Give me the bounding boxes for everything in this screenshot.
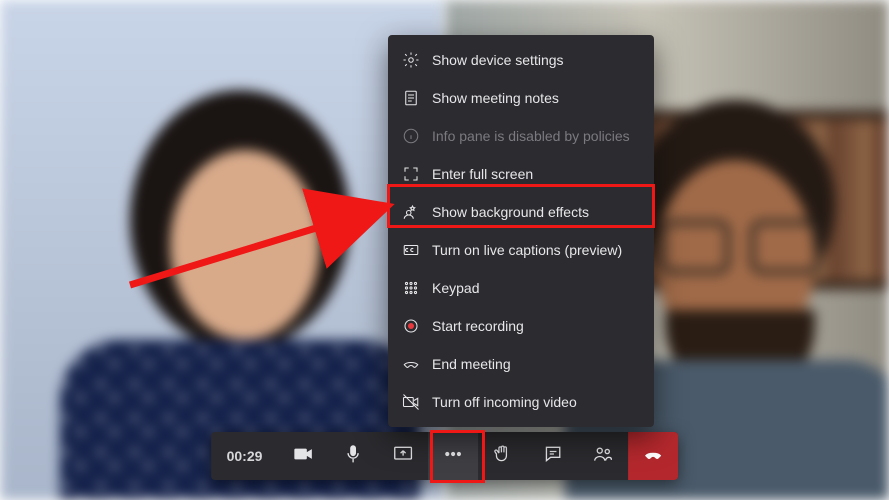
hangup-icon	[643, 444, 663, 469]
gear-icon	[402, 51, 420, 69]
menu-item-label: Show meeting notes	[432, 90, 559, 106]
people-button[interactable]	[578, 432, 628, 480]
menu-item-end-meeting[interactable]: End meeting	[388, 345, 654, 383]
mic-icon	[343, 444, 363, 469]
menu-item-label: Show background effects	[432, 204, 589, 220]
chat-button[interactable]	[528, 432, 578, 480]
call-duration: 00:29	[211, 432, 279, 480]
camera-icon	[293, 444, 313, 469]
camera-button[interactable]	[278, 432, 328, 480]
menu-item-keypad[interactable]: Keypad	[388, 269, 654, 307]
menu-item-label: Keypad	[432, 280, 479, 296]
video-off-icon	[402, 393, 420, 411]
notes-icon	[402, 89, 420, 107]
menu-item-live-captions[interactable]: Turn on live captions (preview)	[388, 231, 654, 269]
menu-item-turn-off-incoming-video[interactable]: Turn off incoming video	[388, 383, 654, 421]
background-effects-icon	[402, 203, 420, 221]
menu-item-background-effects[interactable]: Show background effects	[388, 193, 654, 231]
menu-item-meeting-notes[interactable]: Show meeting notes	[388, 79, 654, 117]
more-actions-menu: Show device settings Show meeting notes …	[388, 35, 654, 427]
more-actions-button[interactable]	[428, 432, 478, 480]
menu-item-label: Turn off incoming video	[432, 394, 577, 410]
menu-item-info-pane-disabled: Info pane is disabled by policies	[388, 117, 654, 155]
people-icon	[593, 444, 613, 469]
meeting-toolbar: 00:29	[211, 432, 679, 480]
raise-hand-icon	[493, 444, 513, 469]
mic-button[interactable]	[328, 432, 378, 480]
menu-item-label: Enter full screen	[432, 166, 533, 182]
hangup-button[interactable]	[628, 432, 678, 480]
end-call-icon	[402, 355, 420, 373]
participant-tile-1	[0, 0, 445, 500]
ellipsis-icon	[443, 444, 463, 469]
info-icon	[402, 127, 420, 145]
menu-item-label: Show device settings	[432, 52, 564, 68]
menu-item-label: Info pane is disabled by policies	[432, 128, 630, 144]
keypad-icon	[402, 279, 420, 297]
fullscreen-icon	[402, 165, 420, 183]
menu-item-device-settings[interactable]: Show device settings	[388, 41, 654, 79]
raise-hand-button[interactable]	[478, 432, 528, 480]
share-screen-icon	[393, 444, 413, 469]
captions-icon	[402, 241, 420, 259]
record-icon	[402, 317, 420, 335]
menu-item-label: Start recording	[432, 318, 524, 334]
menu-item-start-recording[interactable]: Start recording	[388, 307, 654, 345]
menu-item-label: Turn on live captions (preview)	[432, 242, 622, 258]
chat-icon	[543, 444, 563, 469]
menu-item-label: End meeting	[432, 356, 511, 372]
menu-item-fullscreen[interactable]: Enter full screen	[388, 155, 654, 193]
share-button[interactable]	[378, 432, 428, 480]
